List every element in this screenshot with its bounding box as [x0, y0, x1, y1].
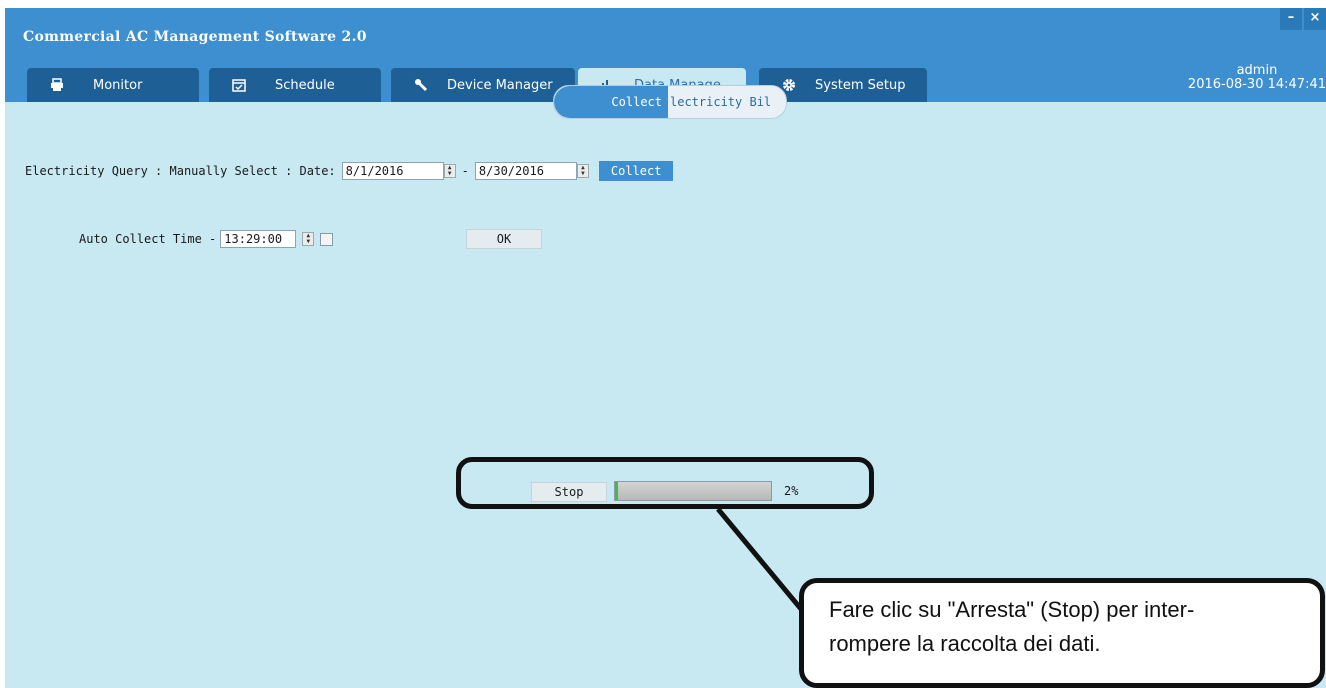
callout-line-2: rompere la raccolta dei dati.	[829, 631, 1101, 656]
instruction-callout: Fare clic su "Arresta" (Stop) per inter-…	[799, 578, 1325, 688]
callout-line-1: Fare clic su "Arresta" (Stop) per inter-	[829, 597, 1195, 622]
